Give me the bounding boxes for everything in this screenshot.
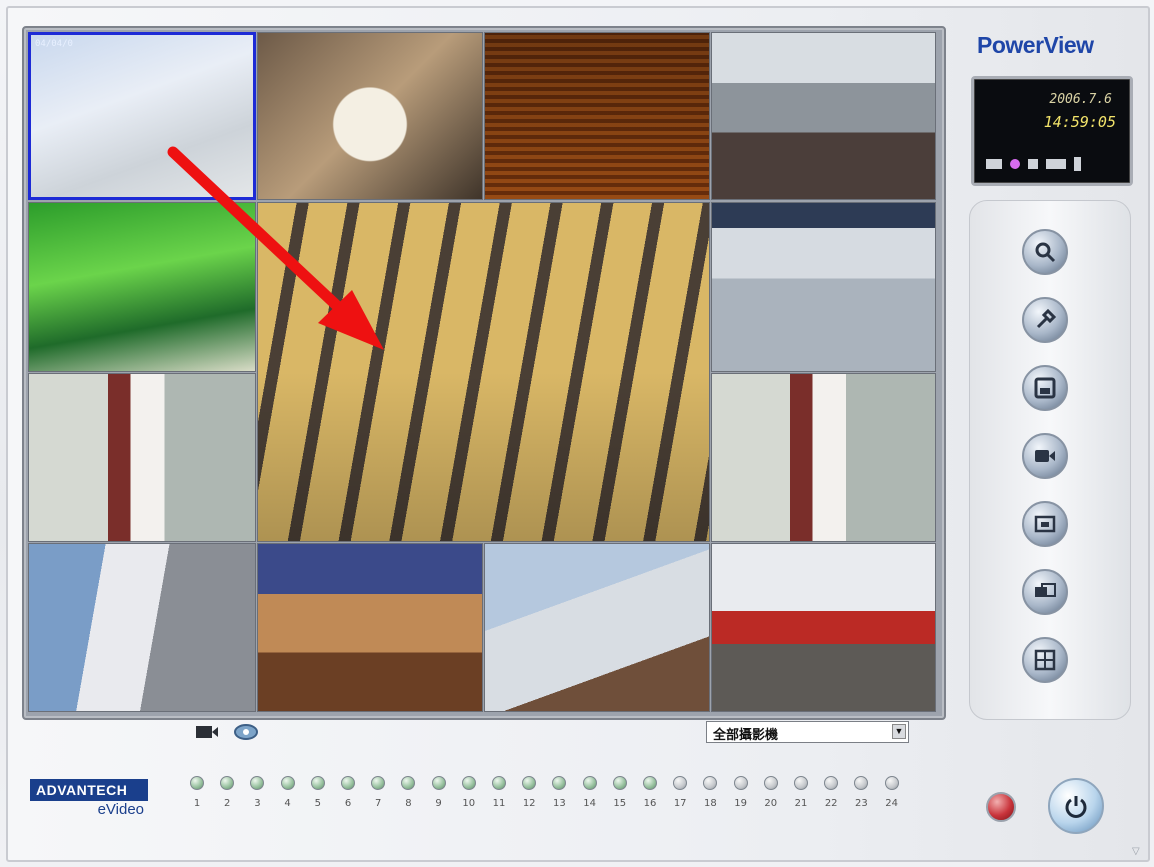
channel-number: 4: [284, 798, 291, 809]
search-icon: [1035, 242, 1056, 263]
channel-number: 18: [704, 798, 717, 809]
channel-led-19[interactable]: [733, 776, 748, 790]
channel-led-14[interactable]: [582, 776, 597, 790]
camera-tile-10[interactable]: [28, 543, 256, 712]
camera-overlay-text: 04/04/0: [35, 39, 73, 49]
playback-icon: [1035, 583, 1056, 597]
resize-corner-icon[interactable]: ▽: [1132, 846, 1140, 857]
channel-number: 12: [522, 798, 536, 809]
camera-tile-7[interactable]: [711, 202, 936, 372]
camera-tile-12[interactable]: [484, 543, 710, 712]
camera-tile-2[interactable]: [257, 32, 483, 200]
camera-tile-8[interactable]: [28, 373, 256, 542]
video-wall: 04/04/0: [22, 26, 946, 720]
channel-number: 21: [794, 798, 808, 809]
device-icon: [1046, 159, 1066, 169]
camera-tile-1[interactable]: 04/04/0: [28, 32, 256, 200]
snapshot-button[interactable]: [1022, 501, 1068, 547]
channel-number: 8: [405, 798, 412, 809]
power-button[interactable]: [1048, 778, 1104, 834]
view-mode-icons: [195, 722, 259, 742]
date-readout: 2006.7.6: [1049, 92, 1112, 107]
camera-tile-large[interactable]: [257, 202, 710, 542]
time-readout: 14:59:05: [1043, 113, 1116, 131]
playback-button[interactable]: [1022, 569, 1068, 615]
channel-number: 17: [673, 798, 687, 809]
channel-led-4[interactable]: [280, 776, 295, 790]
channel-number: 2: [224, 798, 231, 809]
channel-number: 1: [193, 798, 201, 809]
network-icon: [986, 159, 1002, 169]
tools-button[interactable]: [1022, 297, 1068, 343]
disk-icon: [1028, 159, 1038, 169]
channel-number: 20: [764, 798, 778, 809]
advantech-logo: ADVANTECH eVideo: [30, 779, 148, 825]
channel-number: 19: [734, 798, 747, 809]
save-button[interactable]: [1022, 365, 1068, 411]
channel-number: 22: [824, 798, 838, 809]
channel-led-11[interactable]: [492, 776, 506, 790]
status-icons: [986, 157, 1081, 171]
camera-filter-value: 全部攝影機: [713, 727, 779, 742]
channel-number: 5: [314, 798, 321, 809]
camera-tile-9[interactable]: [711, 373, 936, 542]
channel-number: 23: [855, 798, 868, 809]
channel-led-21[interactable]: [794, 776, 808, 790]
channel-led-24[interactable]: [884, 776, 899, 790]
record-button[interactable]: [986, 792, 1016, 822]
layout-grid-button[interactable]: [1022, 637, 1068, 683]
camera-tile-3[interactable]: [484, 32, 710, 200]
record-camera-button[interactable]: [1022, 433, 1068, 479]
channel-led-5[interactable]: [310, 776, 325, 790]
search-button[interactable]: [1022, 229, 1068, 275]
channel-number: 24: [885, 798, 898, 809]
record-indicator-icon: [1010, 159, 1020, 169]
logo-company: ADVANTECH: [30, 779, 148, 801]
logo-product: eVideo: [97, 801, 144, 818]
channel-number: 16: [643, 798, 657, 809]
status-display: 2006.7.6 14:59:05: [971, 76, 1133, 186]
camera-tile-11[interactable]: [257, 543, 483, 712]
channel-number: 13: [553, 798, 566, 809]
camera-filter-select[interactable]: 全部攝影機 ▼: [706, 721, 909, 743]
channel-led-9[interactable]: [431, 776, 446, 790]
channel-number: 15: [613, 798, 627, 809]
channel-number: 9: [435, 798, 442, 809]
channel-led-6[interactable]: [341, 776, 355, 790]
channel-number: 6: [344, 798, 352, 809]
camera-tile-13[interactable]: [711, 543, 936, 712]
video-mode-icon[interactable]: [195, 724, 219, 740]
power-icon: [1065, 796, 1087, 818]
channel-number: 14: [583, 798, 596, 809]
channel-led-15[interactable]: [612, 776, 627, 790]
brand-title: PowerView: [977, 32, 1094, 58]
control-panel: [969, 200, 1131, 720]
eye-view-icon[interactable]: [233, 722, 259, 742]
snapshot-icon: [1034, 515, 1056, 533]
save-icon: [1034, 377, 1056, 399]
channel-led-1[interactable]: [190, 776, 204, 790]
chevron-down-icon[interactable]: ▼: [892, 724, 906, 739]
channel-number: 3: [254, 798, 261, 809]
tools-icon: [1036, 308, 1057, 329]
phone-icon: [1074, 157, 1081, 171]
channel-led-10[interactable]: [461, 776, 476, 790]
camera-tile-5[interactable]: [28, 202, 256, 372]
channel-led-20[interactable]: [763, 776, 778, 790]
channel-number: 10: [462, 798, 476, 809]
camera-tile-4[interactable]: [711, 32, 936, 200]
channel-number: 11: [492, 798, 506, 809]
record-camera-icon: [1035, 450, 1055, 462]
channel-number: 7: [375, 798, 382, 809]
layout-grid-icon: [1034, 649, 1056, 671]
channel-led-16[interactable]: [643, 776, 657, 790]
